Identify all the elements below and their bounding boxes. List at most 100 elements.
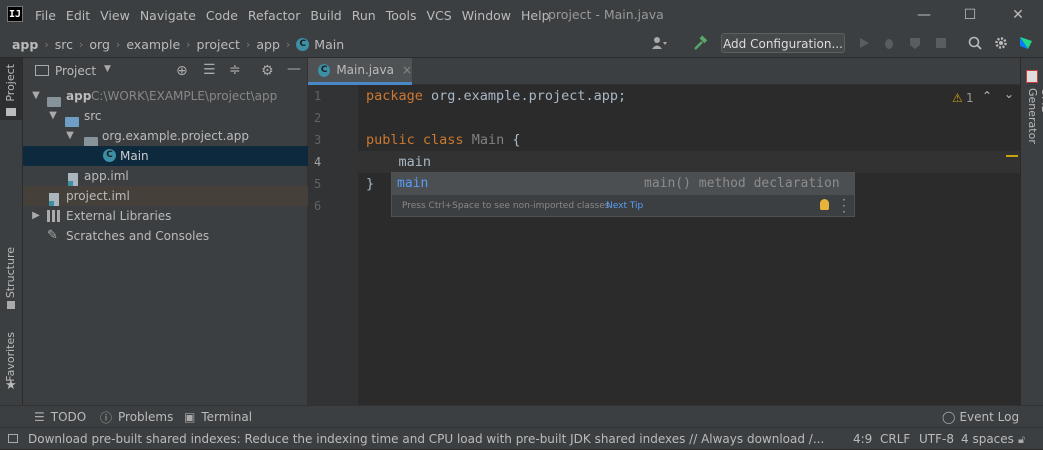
breadcrumb-app-module[interactable]: app	[12, 37, 38, 52]
user-icon[interactable]	[650, 34, 668, 52]
previous-highlight-icon[interactable]: ⌃	[982, 89, 992, 103]
menu-help[interactable]: Help	[521, 8, 550, 23]
uml-generator-tool-tab[interactable]: UML Generator	[1021, 66, 1043, 166]
next-tip-link[interactable]: Next Tip	[606, 201, 643, 211]
favorites-tool-tab[interactable]: Favorites ★	[0, 330, 22, 400]
tree-item-app[interactable]: ▼ app C:\WORK\EXAMPLE\project\app	[23, 86, 308, 107]
gear-icon[interactable]	[992, 34, 1010, 52]
menu-run[interactable]: Run	[352, 8, 376, 23]
chevron-right-icon: ›	[245, 37, 251, 51]
todo-tool-tab[interactable]: ☰ TODO	[34, 406, 86, 428]
file-encoding[interactable]: UTF-8	[919, 428, 954, 450]
close-tab-icon[interactable]: ×	[402, 63, 412, 77]
jetbrains-icon[interactable]	[1017, 34, 1035, 52]
line-number: 4	[314, 155, 322, 169]
tree-item-main[interactable]: C Main	[23, 146, 308, 166]
line-number: 6	[314, 199, 322, 213]
project-view-selector[interactable]: Project	[55, 64, 96, 78]
menu-window[interactable]: Window	[462, 8, 511, 23]
status-message[interactable]: Download pre-built shared indexes: Reduc…	[28, 428, 828, 450]
code-content[interactable]: package org.example.project.app; public …	[358, 85, 1020, 405]
breadcrumb-app-package[interactable]: app	[256, 37, 280, 52]
minimize-button[interactable]: —	[901, 0, 947, 30]
project-tool-window: Project ▼ ⊕ ☰ ≑ ⚙ — ▼ app C:\WORK\EXAMPL…	[23, 58, 308, 405]
tree-item-package[interactable]: ▼ org.example.project.app	[23, 126, 308, 147]
search-icon[interactable]	[966, 34, 984, 52]
terminal-tool-tab[interactable]: ▣ Terminal	[184, 406, 252, 428]
chevron-right-icon: ›	[186, 37, 191, 51]
keyword: public	[366, 132, 415, 148]
tree-item-external-libraries[interactable]: ▶ External Libraries	[23, 206, 308, 226]
menu-view[interactable]: View	[100, 8, 130, 23]
dropdown-arrow-icon[interactable]: ▼	[104, 64, 111, 74]
tab-main-java[interactable]: C Main.java ×	[308, 58, 412, 85]
structure-icon	[7, 301, 15, 309]
project-tool-label: Project	[4, 64, 17, 102]
error-stripe-marker[interactable]	[1006, 155, 1018, 157]
lightbulb-icon[interactable]	[820, 199, 829, 210]
warning-icon[interactable]: ⚠	[952, 91, 963, 105]
menu-edit[interactable]: Edit	[66, 8, 90, 23]
iml-file-icon	[68, 173, 78, 186]
chevron-down-icon[interactable]: ▼	[48, 106, 58, 126]
gear-icon[interactable]: ⚙	[261, 63, 274, 79]
lock-icon[interactable]: 🔓︎	[1018, 433, 1025, 447]
maximize-button[interactable]: ☐	[947, 0, 993, 30]
stop-icon[interactable]	[932, 34, 950, 52]
toggle-tool-windows-icon[interactable]	[8, 434, 18, 443]
tree-label: Main	[120, 149, 149, 163]
tree-item-project-iml[interactable]: project.iml	[23, 186, 308, 206]
project-tool-tab[interactable]: Project	[0, 58, 22, 120]
menu-code[interactable]: Code	[206, 8, 238, 23]
event-log-tool-tab[interactable]: ◯ Event Log	[942, 406, 1019, 428]
line-separator[interactable]: CRLF	[880, 428, 910, 450]
run-icon[interactable]	[855, 34, 873, 52]
chevron-down-icon[interactable]: ▼	[31, 86, 41, 106]
menu-tools[interactable]: Tools	[386, 8, 417, 23]
breadcrumb-src[interactable]: src	[55, 37, 73, 52]
caret-position[interactable]: 4:9	[853, 428, 872, 450]
tree-label: Scratches and Consoles	[66, 229, 210, 243]
menu-navigate[interactable]: Navigate	[140, 8, 196, 23]
class-icon: C	[318, 63, 331, 77]
library-icon	[47, 210, 50, 222]
code-line-5: }	[366, 176, 375, 192]
indent-setting[interactable]: 4 spaces	[961, 428, 1014, 450]
menu-refactor[interactable]: Refactor	[248, 8, 300, 23]
collapse-all-icon[interactable]: ≑	[229, 62, 241, 78]
menu-file[interactable]: File	[35, 8, 56, 23]
coverage-icon[interactable]	[906, 34, 924, 52]
debug-icon[interactable]	[880, 34, 898, 52]
tree-item-src[interactable]: ▼ src	[23, 106, 308, 127]
breadcrumb-example[interactable]: example	[126, 37, 180, 52]
intellij-logo-icon[interactable]: IJ	[7, 6, 23, 22]
add-configuration-button[interactable]: Add Configuration...	[721, 33, 845, 53]
project-panel-header: Project ▼ ⊕ ☰ ≑ ⚙ —	[23, 58, 308, 85]
chevron-down-icon[interactable]: ▼	[65, 126, 75, 146]
problems-tool-tab[interactable]: ⓘ Problems	[100, 406, 173, 428]
menu-build[interactable]: Build	[310, 8, 341, 23]
chevron-right-icon: ›	[79, 37, 84, 51]
locate-icon[interactable]: ⊕	[176, 63, 188, 79]
warning-count: 1	[966, 91, 974, 105]
hide-panel-icon[interactable]: —	[287, 61, 301, 77]
completion-item-main[interactable]: main main() method declaration	[392, 173, 854, 195]
breadcrumb-main[interactable]: Main	[314, 37, 344, 52]
menu-vcs[interactable]: VCS	[427, 8, 452, 23]
close-button[interactable]: ✕	[995, 0, 1041, 30]
class-name: Main	[471, 132, 505, 148]
chevron-right-icon[interactable]: ▶	[31, 206, 41, 226]
tree-item-scratches[interactable]: ✎ Scratches and Consoles	[23, 226, 308, 246]
tree-item-app-iml[interactable]: app.iml	[23, 166, 308, 186]
structure-tool-tab[interactable]: Structure	[0, 243, 22, 313]
code-line-3: public class Main {	[366, 132, 520, 148]
folder-icon	[6, 108, 16, 116]
hammer-icon[interactable]	[691, 34, 709, 52]
source-folder-icon	[65, 116, 79, 127]
breadcrumb-project[interactable]: project	[197, 37, 240, 52]
expand-all-icon[interactable]: ☰	[203, 62, 216, 78]
breadcrumb-org[interactable]: org	[89, 37, 110, 52]
tree-label: app	[66, 89, 92, 103]
more-options-icon[interactable]: · · ·	[842, 194, 846, 218]
next-highlight-icon[interactable]: ⌄	[1004, 87, 1014, 101]
